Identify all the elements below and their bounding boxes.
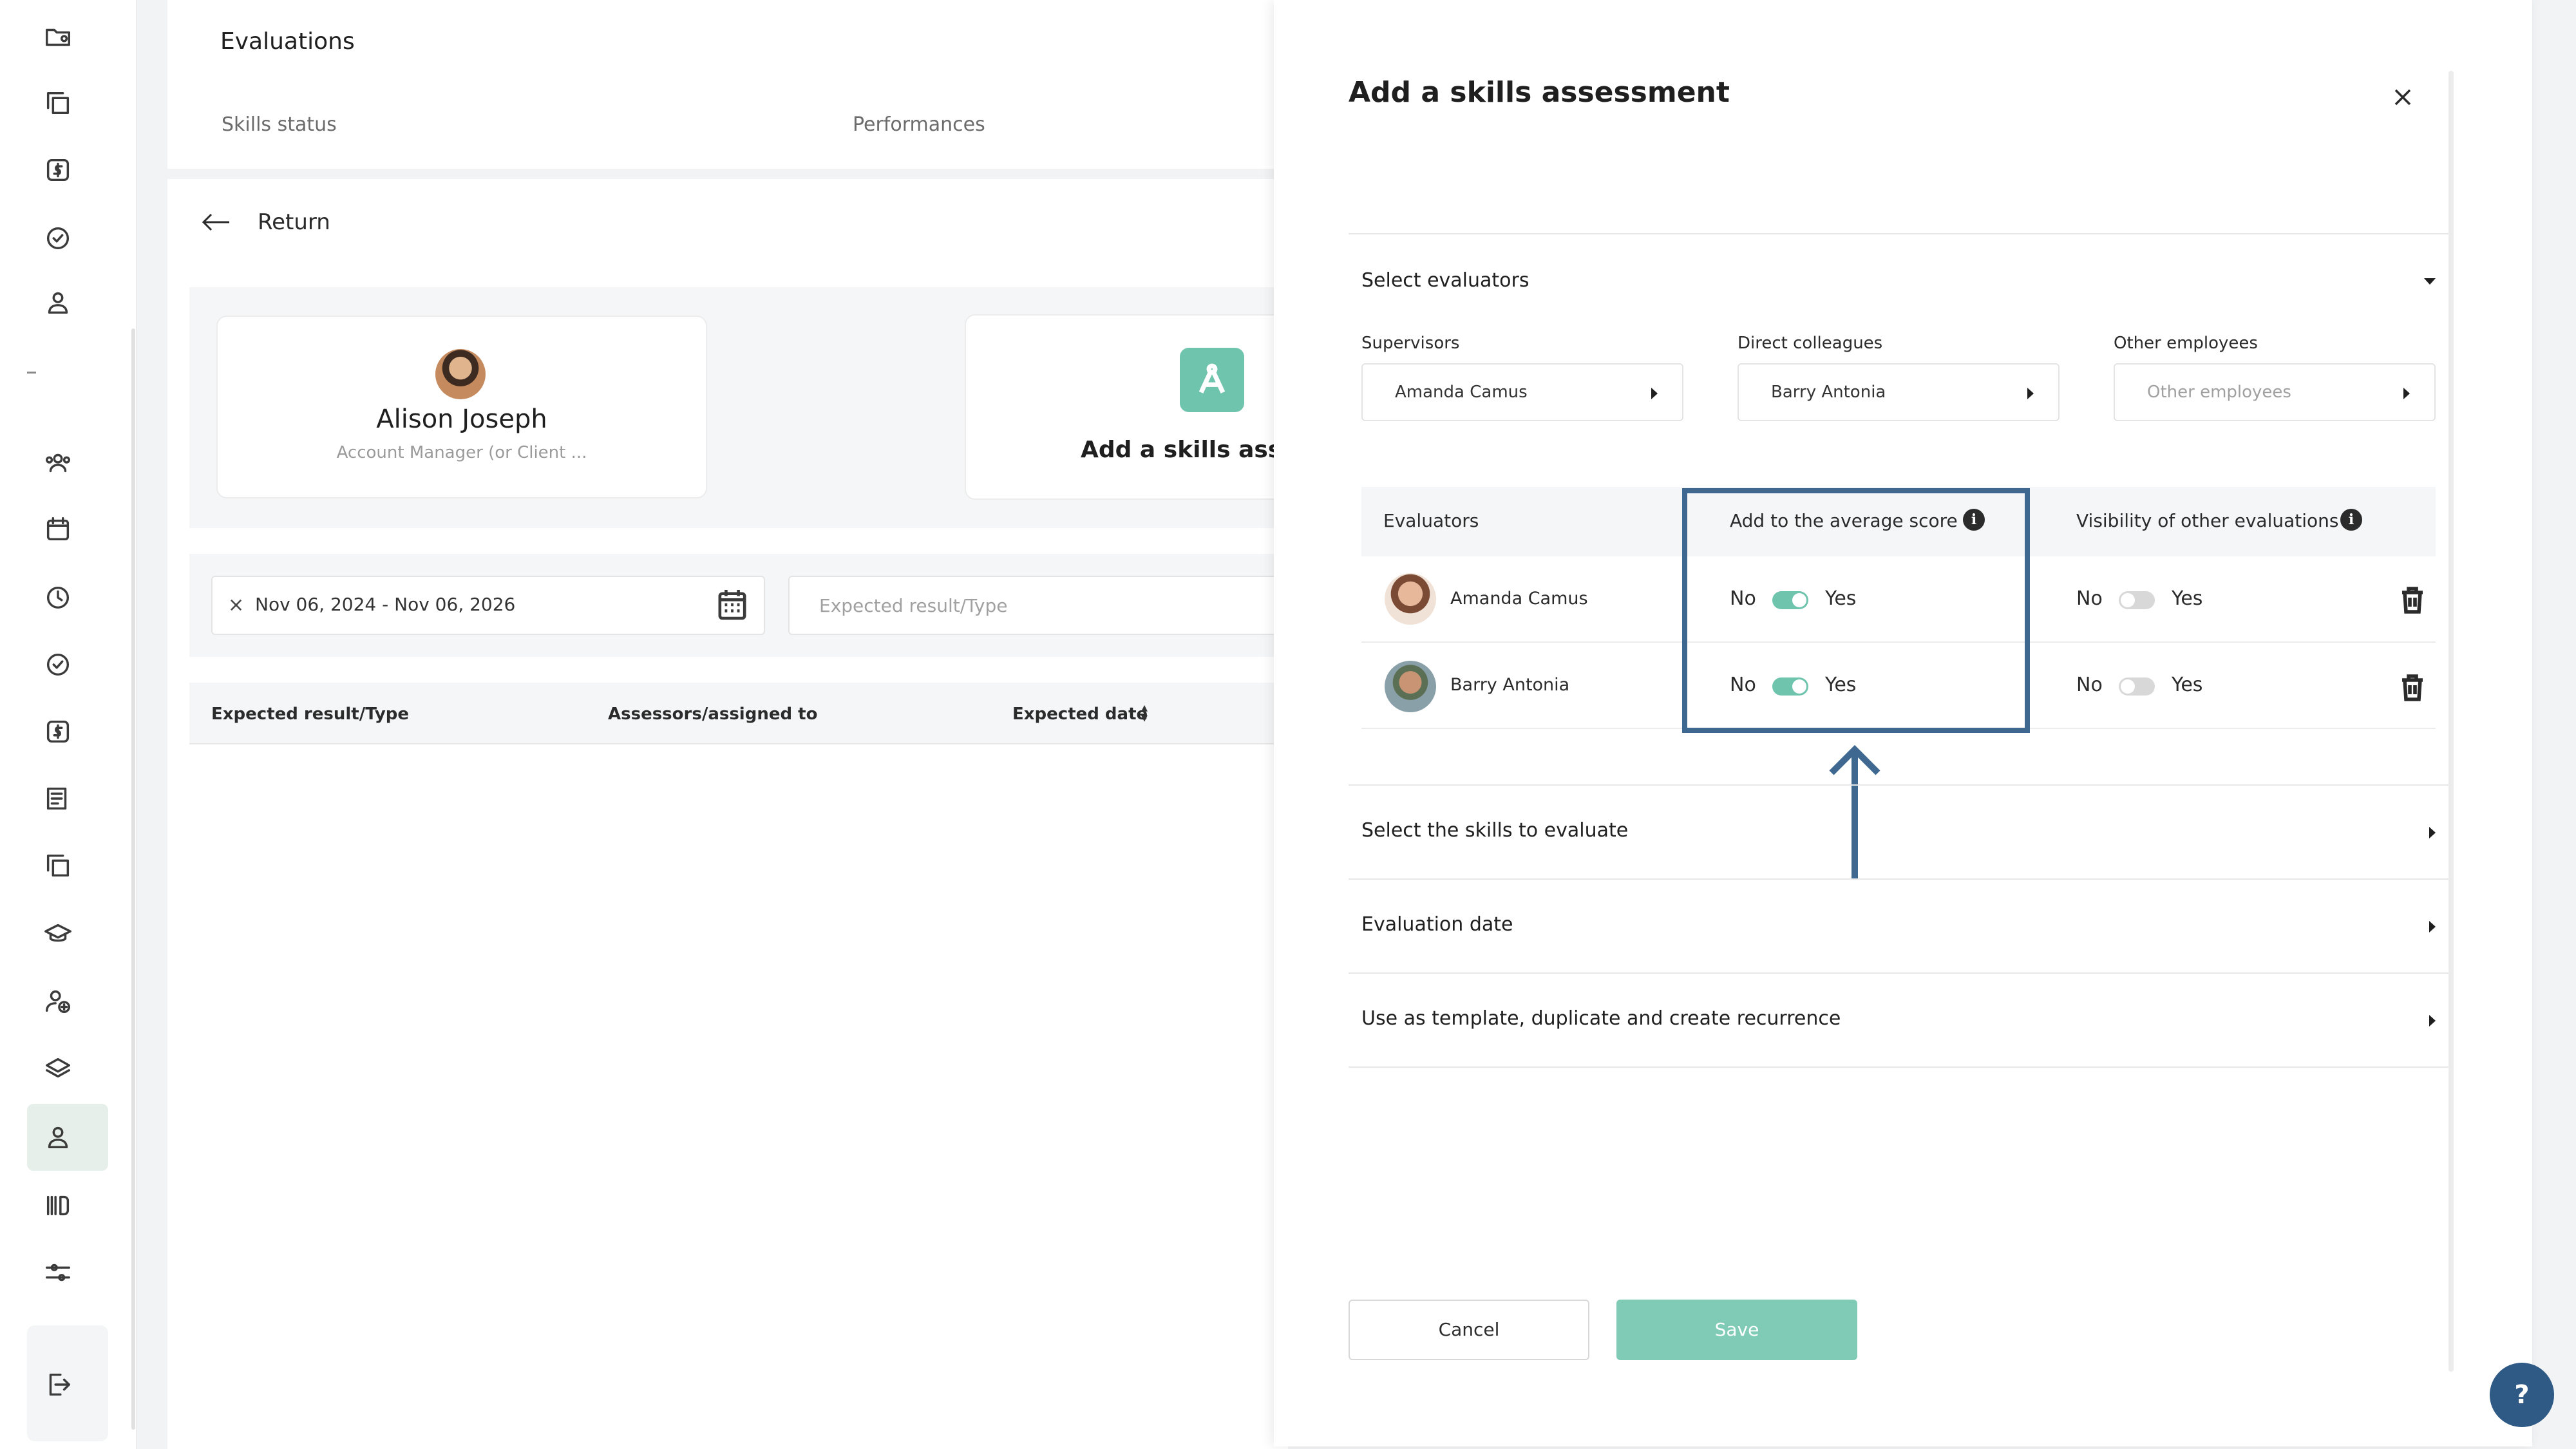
template-section[interactable]: Use as template, duplicate and create re…: [1361, 1007, 1841, 1030]
sidebar-scrollbar[interactable]: [131, 328, 135, 1430]
folder-user-icon[interactable]: [40, 19, 76, 55]
help-button[interactable]: ?: [2490, 1363, 2554, 1427]
column-assessors[interactable]: Assessors/assigned to: [608, 705, 817, 724]
check-circle-icon[interactable]: [40, 647, 76, 683]
divider: [1349, 233, 2448, 234]
chevron-right-icon[interactable]: [2429, 1015, 2436, 1027]
other-employees-select[interactable]: Other employees: [2114, 363, 2436, 421]
column-expected-result[interactable]: Expected result/Type: [211, 705, 409, 724]
user-icon[interactable]: [40, 285, 76, 321]
logout-icon[interactable]: [40, 1367, 76, 1403]
layers-icon[interactable]: [40, 1051, 76, 1087]
sidebar: [0, 0, 137, 1449]
header-card: [167, 0, 1288, 169]
colleagues-select[interactable]: Barry Antonia: [1738, 363, 2060, 421]
evaluator-name: Amanda Camus: [1450, 589, 1588, 609]
return-button[interactable]: Return: [200, 209, 330, 235]
arrow-left-icon: [202, 213, 229, 231]
colleagues-value: Barry Antonia: [1771, 383, 1886, 402]
visibility-no-label: No: [2076, 674, 2103, 696]
page-title: Evaluations: [220, 28, 355, 55]
info-icon[interactable]: i: [2340, 509, 2362, 531]
other-employees-placeholder: Other employees: [2147, 383, 2291, 402]
cancel-button[interactable]: Cancel: [1349, 1300, 1589, 1360]
trash-icon[interactable]: [2400, 586, 2425, 617]
team-icon[interactable]: [40, 444, 76, 480]
clear-date-icon[interactable]: ×: [228, 594, 244, 616]
divider: [1349, 878, 2448, 880]
user-icon[interactable]: [40, 1119, 76, 1155]
close-icon[interactable]: [2387, 81, 2419, 113]
divider: [1349, 784, 2448, 786]
compass-icon: [1180, 348, 1244, 412]
drawer-title: Add a skills assessment: [1349, 76, 1730, 109]
chevron-right-icon: [2027, 388, 2034, 399]
other-employees-label: Other employees: [2114, 334, 2258, 353]
highlight-box: [1682, 488, 2030, 733]
calendar-icon[interactable]: [717, 589, 747, 621]
avatar: [435, 349, 486, 399]
sliders-icon[interactable]: [40, 1255, 76, 1291]
barcode-icon[interactable]: [40, 1188, 76, 1224]
chevron-right-icon: [1651, 388, 1658, 399]
calendar-icon[interactable]: [40, 511, 76, 547]
dollar-icon[interactable]: [40, 152, 76, 188]
profile-role: Account Manager (or Client ...: [336, 443, 587, 462]
trash-icon[interactable]: [2400, 674, 2425, 705]
date-range-value: Nov 06, 2024 - Nov 06, 2026: [255, 594, 516, 615]
colleagues-label: Direct colleagues: [1738, 334, 1883, 353]
visibility-toggle[interactable]: [2119, 591, 2155, 609]
visibility-no-label: No: [2076, 587, 2103, 610]
clock-icon[interactable]: [40, 580, 76, 616]
column-visibility: Visibility of other evaluations: [2076, 510, 2339, 531]
copy-icon[interactable]: [40, 848, 76, 884]
expected-result-placeholder: Expected result/Type: [819, 595, 1008, 616]
arrow-up-icon: [1823, 741, 1887, 882]
visibility-yes-label: Yes: [2172, 587, 2203, 610]
profile-name: Alison Joseph: [376, 404, 547, 434]
column-evaluators: Evaluators: [1383, 510, 1479, 531]
chevron-right-icon[interactable]: [2429, 921, 2436, 933]
copy-icon[interactable]: [40, 85, 76, 121]
avatar: [1385, 661, 1436, 712]
visibility-toggle[interactable]: [2119, 677, 2155, 696]
document-icon[interactable]: [40, 781, 76, 817]
evaluation-date-section[interactable]: Evaluation date: [1361, 913, 1513, 936]
avatar: [1385, 573, 1436, 625]
select-evaluators-title[interactable]: Select evaluators: [1361, 269, 1530, 292]
save-button[interactable]: Save: [1616, 1300, 1857, 1360]
sidebar-divider: [27, 372, 36, 374]
check-circle-icon[interactable]: [40, 220, 76, 256]
tab-performances[interactable]: Performances: [853, 113, 985, 136]
user-add-icon[interactable]: [40, 983, 76, 1019]
column-expected-date[interactable]: Expected date: [1012, 705, 1148, 724]
visibility-yes-label: Yes: [2172, 674, 2203, 696]
chevron-right-icon[interactable]: [2429, 827, 2436, 838]
evaluator-name: Barry Antonia: [1450, 675, 1570, 695]
chevron-down-icon[interactable]: [2424, 278, 2436, 285]
graduation-icon[interactable]: [40, 916, 76, 952]
drawer-scrollbar[interactable]: [2448, 71, 2454, 1372]
supervisors-label: Supervisors: [1361, 334, 1460, 353]
divider: [1349, 1066, 2448, 1068]
tab-skills-status[interactable]: Skills status: [222, 113, 337, 136]
dollar-icon[interactable]: [40, 714, 76, 750]
select-skills-section[interactable]: Select the skills to evaluate: [1361, 819, 1628, 842]
chevron-right-icon: [2403, 388, 2410, 399]
return-label: Return: [258, 209, 330, 235]
supervisors-select[interactable]: Amanda Camus: [1361, 363, 1683, 421]
sort-icon[interactable]: ▴ ▾: [1141, 701, 1148, 724]
divider: [1349, 972, 2448, 974]
supervisors-value: Amanda Camus: [1395, 383, 1528, 402]
